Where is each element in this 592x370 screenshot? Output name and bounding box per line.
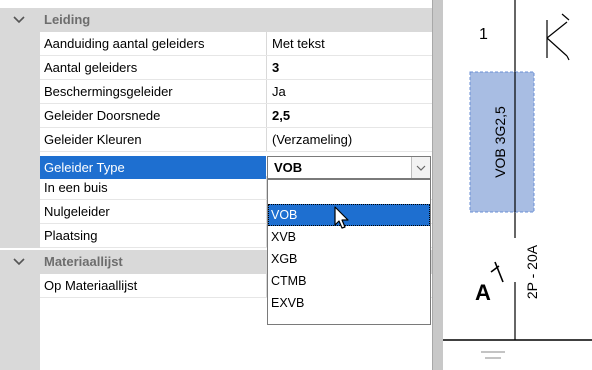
property-name: Aantal geleiders [44, 60, 138, 75]
switch-symbol-line [566, 55, 570, 61]
geleider-type-combobox[interactable]: VOB [267, 156, 431, 179]
grid-gutter [0, 274, 40, 298]
column-divider [266, 80, 267, 104]
property-value[interactable]: Met tekst [272, 32, 422, 55]
property-row[interactable]: Aantal geleiders 3 [0, 56, 432, 80]
property-row[interactable]: Geleider Kleuren (Verzameling) [0, 128, 432, 152]
grid-gutter [0, 128, 40, 152]
grid-gutter [0, 200, 40, 224]
category-label: Materiaallijst [44, 254, 123, 269]
breaker-switch-line [494, 261, 504, 283]
dropdown-option-xgb[interactable]: XGB [268, 248, 430, 270]
property-value[interactable]: (Verzameling) [272, 128, 422, 151]
property-row[interactable]: Geleider Doorsnede 2,5 [0, 104, 432, 128]
column-divider [266, 32, 267, 56]
category-label: Leiding [44, 12, 91, 27]
property-row[interactable]: Beschermingsgeleider Ja [0, 80, 432, 104]
property-name: Aanduiding aantal geleiders [44, 36, 205, 51]
dropdown-option-ctmb[interactable]: CTMB [268, 270, 430, 292]
combobox-value: VOB [274, 160, 303, 175]
mouse-cursor-icon [334, 206, 352, 232]
chevron-down-icon[interactable] [10, 11, 28, 29]
schematic-drawing-area[interactable]: 1 VOB 3G2,5 2P - 20A A [443, 0, 592, 370]
switch-symbol-line [561, 13, 570, 21]
grid-gutter [0, 298, 40, 370]
column-divider [266, 104, 267, 128]
property-value[interactable]: 2,5 [272, 104, 422, 127]
grid-gutter [0, 224, 40, 248]
circuit-number-label: 1 [479, 26, 488, 43]
category-leiding[interactable]: Leiding [0, 8, 432, 32]
grid-gutter [0, 32, 40, 56]
property-name: In een buis [44, 180, 108, 195]
property-name: Op Materiaallijst [44, 278, 138, 293]
property-row[interactable]: Aanduiding aantal geleiders Met tekst [0, 32, 432, 56]
cable-type-label: VOB 3G2,5 [492, 106, 508, 178]
property-name: Geleider Doorsnede [44, 108, 161, 123]
property-name: Plaatsing [44, 228, 98, 243]
property-value[interactable]: 3 [272, 56, 422, 79]
grid-gutter [0, 56, 40, 80]
property-value[interactable]: Ja [272, 80, 422, 103]
panel-splitter[interactable] [432, 0, 443, 370]
column-divider [266, 128, 267, 152]
grid-gutter [0, 104, 40, 128]
geleider-type-dropdown-list[interactable]: VOB XVB XGB CTMB EXVB [267, 179, 431, 325]
breaker-rating-label: 2P - 20A [524, 244, 540, 300]
property-name: Geleider Kleuren [44, 132, 142, 147]
grid-gutter [0, 152, 40, 176]
grid-gutter [0, 176, 40, 200]
grid-gutter [0, 80, 40, 104]
switch-symbol-line [546, 37, 568, 57]
breaker-letter-label: A [475, 280, 491, 305]
property-name: Nulgeleider [44, 204, 110, 219]
dropdown-option-exvb[interactable]: EXVB [268, 292, 430, 314]
property-name: Beschermingsgeleider [44, 84, 173, 99]
dropdown-arrow-icon[interactable] [411, 157, 430, 178]
column-divider [266, 56, 267, 80]
switch-symbol-line [546, 21, 568, 39]
chevron-down-icon[interactable] [10, 253, 28, 271]
